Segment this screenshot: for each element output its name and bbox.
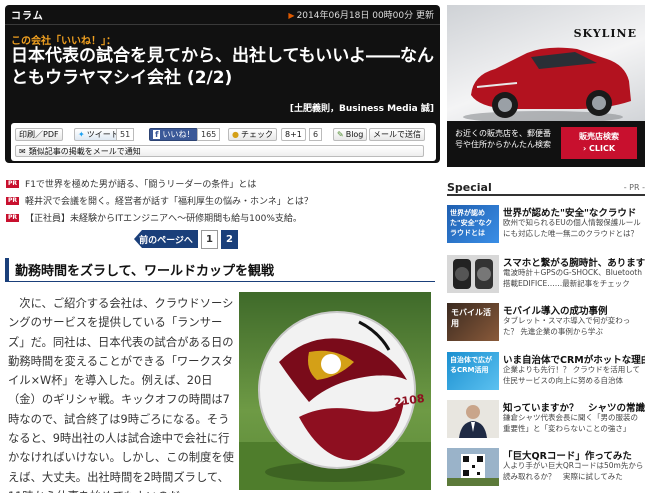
header-top-bar: コラム ▶ 2014年06月18日 00時00分 更新 (5, 5, 440, 25)
special-item[interactable]: スマホと繋がる腕時計、あります 電波時計＋GPSのG-SHOCK、Bluetoo… (447, 255, 645, 305)
thumb-text: モバイル活用 (451, 308, 491, 328)
special-desc: 鎌倉シャツ代表会長に聞く「男の服装の重要性」と「変わらないことの強さ」 (503, 413, 638, 433)
related-link[interactable]: PR 【正社員】未経験からITエンジニアへ～研修期間も給与100%支給。 (6, 211, 436, 224)
pr-badge: PR (6, 179, 20, 188)
facebook-icon: f (153, 130, 161, 139)
special-title: 知っていますか？ シャツの常識 (503, 403, 645, 414)
person-thumb (447, 400, 499, 438)
special-title: モバイル導入の成功事例 (503, 306, 608, 317)
related-link-text: 【正社員】未経験からITエンジニアへ～研修期間も給与100%支給。 (25, 214, 302, 224)
date-value: 2014年06月18日 00時00分 更新 (296, 11, 434, 21)
special-header: Special - PR - (447, 180, 645, 196)
article-header: コラム ▶ 2014年06月18日 00時00分 更新 この会社「いいね！」： 日… (5, 5, 440, 163)
like-button[interactable]: f いいね！ (149, 128, 199, 141)
special-title: 世界が認めた"安全"なクラウド (503, 208, 637, 219)
arrow-icon: ▶ (288, 11, 295, 20)
notify-label: 類似記事の掲載をメールで通知 (28, 146, 141, 156)
click-label: › CLICK (582, 144, 616, 153)
special-item[interactable]: 「巨大QRコード」作ってみた 人より手がい巨大QRコードは50m先から読み取れる… (447, 448, 645, 493)
special-desc: 欧州で知られるEUの個人情報保護ルールにも対応した唯一無二のクラウドとは？ (503, 218, 641, 238)
special-desc: 人より手がい巨大QRコードは50m先から読み取れるか？ 実際に試してみた (503, 461, 644, 481)
special-desc: 電波時計＋GPSのG-SHOCK、Bluetooth搭載EDIFICE……最新記… (503, 268, 642, 288)
special-desc: 企業よりも先行！？ クラウドを活用して住民サービスの向上に努める自治体 (503, 365, 641, 385)
car-image (463, 47, 631, 123)
like-label: いいね！ (162, 130, 195, 139)
dealer-search-label: 販売店検索 (579, 132, 619, 141)
column-label: コラム (11, 11, 44, 22)
related-link[interactable]: PR F1で世界を極めた男が語る、「闘うリーダーの条件」とは (6, 177, 436, 190)
print-button[interactable]: 印刷／PDF (15, 128, 63, 141)
qr-thumb (447, 448, 499, 486)
notify-button[interactable]: ✉ 類似記事の掲載をメールで通知 (15, 145, 424, 157)
mail-button[interactable]: メールで送信 (369, 128, 425, 141)
special-desc: タブレット・スマホ導入で何が変わった？ 先進企業の事例から学ぶ (503, 316, 631, 336)
special-thumb: 世界が認めた"安全"なクラウドとは (447, 205, 499, 243)
tweet-count: 51 (116, 128, 135, 141)
pr-label: - PR - (623, 182, 645, 192)
special-heading: Special (447, 180, 492, 194)
blog-button[interactable]: ✎ Blog (333, 128, 368, 141)
ad-bottom-bar: お近くの販売店を、郵便番号や住所からかんたん検索 販売店検索 › CLICK (447, 121, 645, 167)
special-item[interactable]: 自治体で広がるCRM活用 いま自治体でCRMがホットな理由 企業よりも先行！？ … (447, 352, 645, 402)
twitter-icon: ✦ (78, 130, 85, 139)
gplus-button[interactable]: 8+1 (281, 128, 306, 141)
special-item[interactable]: 知っていますか？ シャツの常識 鎌倉シャツ代表会長に聞く「男の服装の重要性」と「… (447, 400, 645, 450)
related-link[interactable]: PR 軽井沢で会議を開く。経営者が話す「福利厚生の悩み・ホンネ」とは？ (6, 194, 436, 207)
special-title: 「巨大QRコード」作ってみた (503, 451, 632, 462)
special-item[interactable]: 世界が認めた"安全"なクラウドとは 世界が認めた"安全"なクラウド 欧州で知られ… (447, 205, 645, 255)
special-title: いま自治体でCRMがホットな理由 (503, 355, 645, 366)
watch-thumb (447, 255, 499, 293)
article-body: 次に、ご紹介する会社は、クラウドソーシングのサービスを提供している「ランサーズ」… (8, 297, 234, 493)
check-button[interactable]: ● チェック (228, 128, 277, 141)
mail-icon: ✉ (19, 146, 26, 156)
share-bar: 印刷／PDF ✦ ツイート 51 f いいね！ 165 ● チェック 8+1 6 ✎ B… (11, 123, 436, 161)
mixi-icon: ● (232, 130, 239, 139)
check-label: チェック (240, 130, 273, 139)
special-thumb: 自治体で広がるCRM活用 (447, 352, 499, 390)
like-count: 165 (197, 128, 221, 141)
special-thumb: モバイル活用 (447, 303, 499, 341)
related-link-text: 軽井沢で会議を開く。経営者が話す「福利厚生の悩み・ホンネ」とは？ (25, 197, 313, 207)
related-link-text: F1で世界を極めた男が語る、「闘うリーダーの条件」とは (25, 180, 257, 190)
byline: [土肥義則，Business Media 誠] (289, 104, 434, 114)
dealer-search-button[interactable]: 販売店検索 › CLICK (561, 127, 637, 159)
section-heading: 勤務時間をズラして、ワールドカップを観戦 (5, 258, 435, 282)
soccer-ball-photo: 2108 (239, 292, 431, 490)
skyline-ad[interactable]: SKYLINE お近くの販売店を、郵便番号や住所からかんたん検索 販売店検索 ›… (447, 5, 645, 167)
date-text: ▶ 2014年06月18日 00時00分 更新 (288, 8, 434, 21)
pr-badge: PR (6, 196, 20, 205)
prev-page-button[interactable]: 前のページへ (134, 230, 198, 248)
blog-icon: ✎ (337, 130, 344, 139)
gplus-count: 6 (309, 128, 323, 141)
special-item[interactable]: モバイル活用 モバイル導入の成功事例 タブレット・スマホ導入で何が変わった？ 先… (447, 303, 645, 353)
pr-badge: PR (6, 213, 20, 222)
page-title: 日本代表の試合を見てから、出社してもいいよ――なんともウラヤマシイ会社 (2/2… (11, 46, 434, 88)
page-2-current: 2 (221, 230, 238, 249)
thumb-text: 自治体で広がるCRM活用 (450, 356, 492, 374)
blog-label: Blog (345, 130, 364, 139)
ad-message: お近くの販売店を、郵便番号や住所からかんたん検索 (455, 129, 551, 149)
tweet-label: ツイート (86, 130, 119, 139)
thumb-text: 世界が認めた"安全"なクラウドとは (450, 209, 493, 237)
page-1-link[interactable]: 1 (201, 230, 218, 249)
special-title: スマホと繋がる腕時計、あります (503, 258, 645, 269)
